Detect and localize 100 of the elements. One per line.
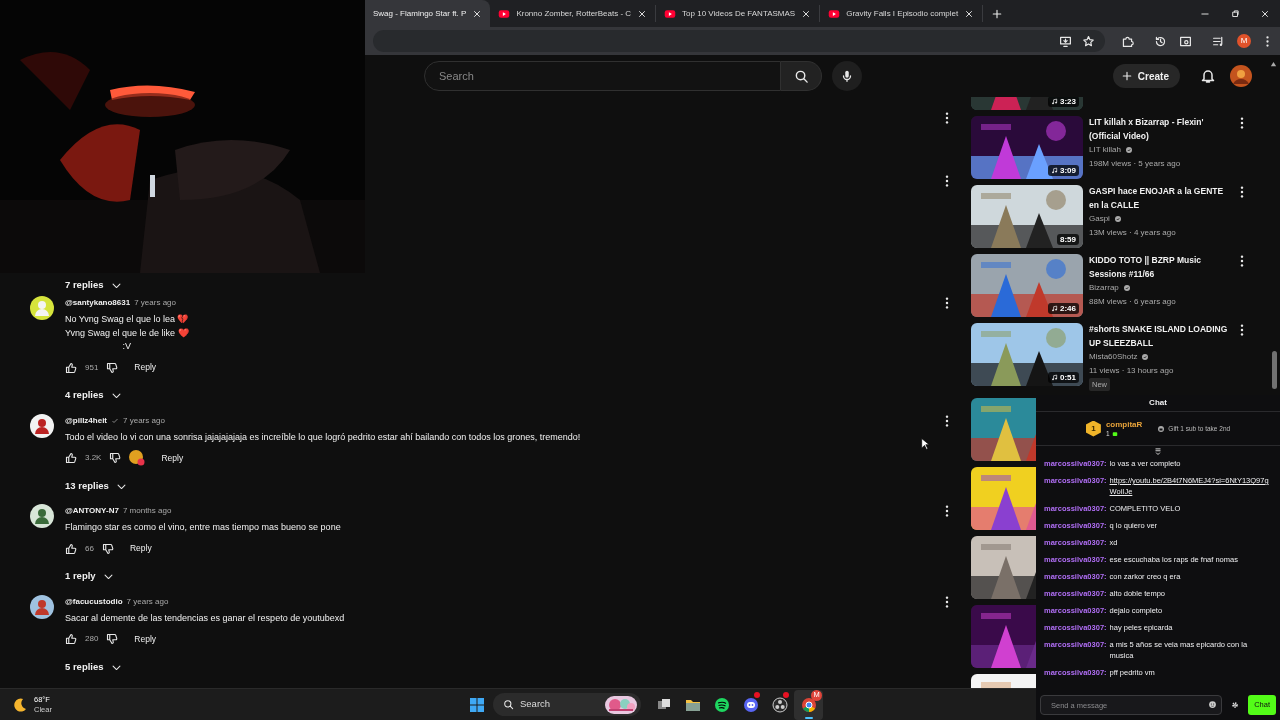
comment-time: 7 years ago: [126, 595, 169, 608]
search-button[interactable]: [781, 61, 822, 91]
channel-name[interactable]: LIT killah: [1089, 143, 1121, 157]
replies-toggle[interactable]: 7 replies: [65, 274, 122, 296]
video-meta: 13M views · 4 years ago: [1089, 226, 1177, 239]
moon-icon: [12, 696, 28, 713]
browser-tab[interactable]: Gravity Falls I Episodio complet: [820, 5, 984, 22]
install-icon[interactable]: [1059, 34, 1072, 48]
like-count: 3.2K: [85, 452, 102, 464]
channel-name[interactable]: Bizarrap: [1089, 281, 1119, 295]
close-icon[interactable]: [801, 8, 812, 19]
video-duration: 3:23: [1048, 97, 1079, 107]
video-title[interactable]: GASPI hace ENOJAR a la GENTE en la CALLE: [1089, 185, 1229, 212]
like-icon[interactable]: [65, 361, 77, 374]
comment-author[interactable]: @ANTONY-N7: [65, 505, 119, 517]
settings-icon[interactable]: [1230, 700, 1241, 710]
profile-avatar[interactable]: M: [1237, 34, 1251, 48]
replies-toggle[interactable]: 4 replies: [65, 384, 122, 407]
taskbar-search[interactable]: Search: [493, 693, 641, 716]
comment-text: Todo el video lo vi con una sonrisa jajajajajaja es increíble lo que logró pedrito estar ahí bailando con todos los grones, tremendo!: [65, 430, 581, 444]
history-icon[interactable]: [1154, 34, 1167, 48]
dislike-icon[interactable]: [106, 633, 119, 645]
channel-name[interactable]: Gaspi: [1089, 212, 1110, 226]
video-tab-icon: [664, 7, 677, 20]
dislike-icon[interactable]: [109, 452, 122, 464]
puzzle-icon[interactable]: [1121, 34, 1134, 48]
star-icon[interactable]: [1082, 34, 1095, 48]
record-icon[interactable]: [771, 696, 788, 713]
close-icon[interactable]: [964, 8, 975, 19]
search-icon: [793, 68, 809, 84]
video-meta: 88M views · 6 years ago: [1089, 295, 1177, 308]
scroll-down-icon[interactable]: [1153, 447, 1163, 457]
chat-title: Chat: [1149, 397, 1167, 409]
comment-time: 7 months ago: [122, 505, 172, 517]
close-icon[interactable]: [637, 8, 648, 19]
reply-button[interactable]: Reply: [153, 448, 192, 468]
replies-toggle[interactable]: 5 replies: [65, 656, 122, 678]
reply-button[interactable]: Reply: [126, 358, 165, 377]
chat-app-icon[interactable]: [742, 696, 759, 713]
restore-icon[interactable]: [1230, 8, 1240, 19]
search-icon: [503, 699, 514, 710]
video-tab-icon: [498, 7, 511, 20]
search-field[interactable]: Search: [424, 61, 781, 91]
video-title[interactable]: LIT killah x Bizarrap - Flexin' (Official Video): [1089, 116, 1229, 143]
music-app-icon[interactable]: [713, 696, 730, 713]
close-icon[interactable]: [1260, 8, 1270, 19]
rank-badge: 1: [1085, 420, 1101, 437]
video-title[interactable]: KIDDO TOTO || BZRP Music Sessions #11/66: [1089, 254, 1229, 281]
video-duration: 8:59: [1057, 234, 1079, 245]
like-icon[interactable]: [65, 542, 77, 555]
emote-icon[interactable]: [1208, 700, 1218, 709]
bell-icon[interactable]: [1200, 68, 1216, 84]
dislike-icon[interactable]: [101, 542, 114, 555]
mic-button[interactable]: [832, 61, 862, 91]
like-count: 951: [85, 361, 99, 374]
video-meta: 11 views · 13 hours ago: [1089, 364, 1175, 377]
plus-icon[interactable]: [991, 7, 1004, 20]
comment-text: No Yvng Swag el que lo lea 💔 Yvng Swag el que le de like ❤ :V: [65, 313, 189, 353]
media-icon[interactable]: [1212, 34, 1225, 48]
comment-author[interactable]: @pillz4heit: [65, 414, 108, 427]
browser-icon[interactable]: [800, 696, 817, 713]
create-button[interactable]: Create: [1112, 64, 1180, 88]
comment-author[interactable]: @santykano8631: [65, 297, 131, 309]
video-title[interactable]: #shorts SNAKE ISLAND LOADING UP SLEEZBALL: [1089, 323, 1229, 350]
mic-icon: [840, 69, 854, 83]
comment-text: Sacar al demente de las tendencias es ganar el respeto de youtubexd: [65, 611, 345, 625]
like-icon[interactable]: [65, 633, 77, 645]
close-icon[interactable]: [472, 8, 483, 19]
replies-toggle[interactable]: 1 reply: [65, 565, 114, 588]
scrollbar-thumb[interactable]: [1272, 351, 1277, 389]
like-count: 66: [85, 542, 94, 555]
avatar: [30, 296, 54, 320]
avatar: [30, 594, 54, 619]
comment-time: 7 years ago: [134, 297, 176, 309]
avatar: [30, 504, 54, 528]
replies-toggle[interactable]: 13 replies: [65, 475, 127, 497]
video-duration: 2:46: [1048, 303, 1079, 314]
browser-tab[interactable]: Kronno Zomber, RotterBeats - C: [490, 5, 657, 22]
reply-button[interactable]: Reply: [121, 539, 160, 558]
like-count: 280: [85, 633, 99, 645]
video-duration: 3:09: [1048, 165, 1079, 176]
start-icon[interactable]: [469, 696, 485, 713]
plus-icon: [1120, 70, 1133, 82]
like-icon[interactable]: [65, 452, 77, 464]
dislike-icon[interactable]: [106, 361, 119, 374]
video-duration: 0:51: [1048, 372, 1079, 383]
video-meta: 198M views · 5 years ago: [1089, 157, 1182, 170]
comment-author[interactable]: @facucustodio: [65, 595, 123, 608]
video-tab-icon: [828, 7, 841, 20]
channel-name[interactable]: Mista60Shotz: [1089, 350, 1138, 364]
tab-search-icon[interactable]: [1179, 34, 1192, 48]
reply-button[interactable]: Reply: [126, 629, 165, 649]
comment-time: 7 years ago: [123, 414, 165, 427]
browser-tab[interactable]: Top 10 Videos De FANTASMAS: [656, 5, 821, 22]
avatar[interactable]: [1230, 65, 1252, 87]
comment-text: Flamingo star es como el vino, entre mas tiempo mas bueno se pone: [65, 521, 341, 534]
cursor-icon: [921, 436, 932, 452]
browser-tab[interactable]: Swag - Flamingo Star ft. P: [365, 0, 491, 27]
leader-name[interactable]: compitaR: [1105, 419, 1143, 430]
avatar: [30, 413, 54, 438]
